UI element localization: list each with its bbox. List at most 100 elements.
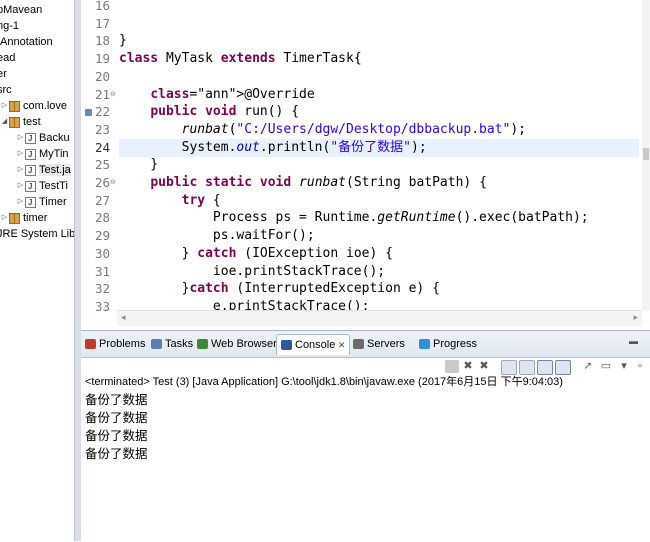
tree-item[interactable]: tAnnotation: [0, 34, 53, 50]
tree-item[interactable]: ◢ test: [0, 114, 41, 130]
java-file-icon: [25, 163, 36, 179]
console-output-line: 备份了数据: [85, 392, 148, 407]
tree-item[interactable]: JRE System Libr: [0, 226, 76, 242]
code-line[interactable]: }catch (InterruptedException e) {: [119, 280, 440, 298]
tree-item[interactable]: ▷ TestTi: [16, 178, 68, 195]
tab-web-browser[interactable]: Web Browser: [197, 334, 277, 354]
line-number: 20: [94, 68, 110, 84]
show-stderr-icon[interactable]: [555, 360, 571, 375]
show-stdout-icon[interactable]: [537, 360, 553, 375]
editor-vertical-scrollbar[interactable]: [642, 0, 650, 310]
code-line[interactable]: System.out.println("备份了数据");: [119, 139, 427, 157]
collapse-toggle-icon[interactable]: ▷: [0, 210, 9, 226]
tab-servers[interactable]: Servers: [353, 334, 405, 354]
open-console-icon[interactable]: ▫: [633, 360, 647, 373]
code-line[interactable]: public void run() {: [119, 103, 299, 121]
tab-label: Servers: [367, 338, 405, 350]
line-number: 25: [94, 157, 110, 173]
tree-item[interactable]: ▷ Test.ja: [16, 162, 71, 179]
pin-console-icon[interactable]: ➚: [581, 360, 595, 373]
scroll-lock-icon[interactable]: [519, 360, 535, 375]
line-number: 26: [94, 175, 110, 190]
code-line[interactable]: ps.waitFor();: [119, 227, 315, 245]
tab-label: Problems: [99, 338, 146, 350]
tree-item[interactable]: ▷ com.love: [0, 98, 67, 114]
tree-item-label: ead: [0, 52, 16, 64]
tree-item[interactable]: ng-1: [0, 18, 19, 34]
problems-icon: [85, 339, 96, 350]
override-marker-icon[interactable]: [85, 109, 92, 117]
code-line[interactable]: public static void runbat(String batPath…: [119, 174, 487, 192]
close-icon[interactable]: ✕: [335, 340, 346, 350]
tree-item[interactable]: ▷ Timer: [16, 194, 67, 211]
remove-all-icon[interactable]: ✖: [477, 360, 491, 373]
line-number: 28: [94, 210, 110, 226]
tree-item-label: JRE System Libr: [0, 228, 76, 240]
tree-item-label: er: [0, 68, 7, 80]
tree-item[interactable]: er: [0, 66, 7, 82]
line-number: 18: [94, 33, 110, 49]
console-output-line: 备份了数据: [85, 428, 148, 443]
package-icon: [9, 100, 20, 112]
scrollbar-thumb[interactable]: [643, 148, 649, 160]
tab-label: Tasks: [165, 338, 194, 350]
code-line[interactable]: ioe.printStackTrace();: [119, 263, 385, 281]
tab-problems[interactable]: Problems: [85, 334, 145, 354]
code-line[interactable]: }: [119, 156, 158, 174]
tree-item-label: src: [0, 84, 12, 96]
editor-horizontal-scrollbar[interactable]: ◂ ▸: [117, 310, 642, 326]
remove-launch-icon[interactable]: ✖: [461, 360, 475, 373]
tab-progress[interactable]: Progress: [419, 334, 477, 354]
fold-toggle-icon[interactable]: ⊖: [110, 174, 116, 192]
code-line[interactable]: try {: [119, 192, 221, 210]
console-output-line: 备份了数据: [85, 446, 148, 461]
terminate-icon[interactable]: [445, 360, 459, 373]
collapse-toggle-icon[interactable]: ▷: [16, 130, 25, 146]
console-output[interactable]: 备份了数据 备份了数据 备份了数据 备份了数据: [85, 391, 148, 463]
code-line[interactable]: class="ann">@Override: [119, 86, 314, 104]
line-number: 33: [94, 298, 110, 314]
package-icon: [9, 116, 20, 128]
tree-item-label: timer: [23, 212, 48, 224]
code-line[interactable]: class MyTask extends TimerTask{: [119, 50, 362, 68]
code-line[interactable]: Process ps = Runtime.getRuntime().exec(b…: [119, 209, 589, 227]
console-output-line: 备份了数据: [85, 410, 148, 425]
console-toolbar: ✖ ✖ ➚ ▭ ▾ ▫: [81, 357, 650, 377]
tree-item[interactable]: ▷ Backu: [16, 130, 70, 147]
collapse-toggle-icon[interactable]: ▷: [16, 194, 25, 210]
view-menu-icon[interactable]: ▾: [617, 360, 631, 373]
display-console-icon[interactable]: ▭: [599, 360, 613, 373]
line-number: 23: [94, 121, 110, 137]
java-file-icon: [25, 147, 36, 163]
tab-console[interactable]: Console ✕: [276, 334, 351, 355]
scroll-left-icon[interactable]: ◂: [121, 312, 126, 323]
explorer-sash[interactable]: [74, 0, 81, 541]
tree-item-label: test: [23, 116, 41, 128]
minimize-icon[interactable]: ▬: [629, 336, 638, 346]
tree-item-label: Test.ja: [39, 164, 71, 176]
expand-toggle-icon[interactable]: ◢: [0, 114, 9, 130]
tree-item[interactable]: pMavean: [0, 2, 42, 18]
collapse-toggle-icon[interactable]: ▷: [16, 162, 25, 178]
fold-toggle-icon[interactable]: ⊖: [110, 86, 116, 104]
code-editor[interactable]: 16 17 18 19 20 21 ⊖ 22 23 24 25 26 ⊖ 27 28 29 30 31 32 33 }…: [81, 0, 650, 326]
clear-console-icon[interactable]: [501, 360, 517, 375]
collapse-toggle-icon[interactable]: ▷: [16, 146, 25, 162]
tree-item-label: TestTi: [39, 180, 68, 192]
tab-label: Web Browser: [211, 338, 277, 350]
tab-tasks[interactable]: Tasks: [151, 334, 193, 354]
line-number-gutter: 16 17 18 19 20 21 ⊖ 22 23 24 25 26 ⊖ 27 28 29 30 31 32 33: [81, 0, 117, 326]
line-number: 32: [94, 281, 110, 297]
tree-item[interactable]: ▷ MyTin: [16, 146, 69, 163]
tree-item[interactable]: ▷ timer: [0, 210, 48, 226]
tree-item[interactable]: ead: [0, 50, 15, 66]
scroll-right-icon[interactable]: ▸: [633, 312, 638, 323]
tree-item-label: Backu: [39, 132, 70, 144]
collapse-toggle-icon[interactable]: ▷: [16, 178, 25, 194]
collapse-toggle-icon[interactable]: ▷: [0, 98, 9, 114]
code-line[interactable]: }: [119, 32, 127, 50]
code-line[interactable]: runbat("C:/Users/dgw/Desktop/dbbackup.ba…: [119, 121, 526, 139]
tree-item[interactable]: src: [0, 82, 12, 98]
code-line[interactable]: } catch (IOException ioe) {: [119, 245, 393, 263]
line-number: 27: [94, 192, 110, 208]
